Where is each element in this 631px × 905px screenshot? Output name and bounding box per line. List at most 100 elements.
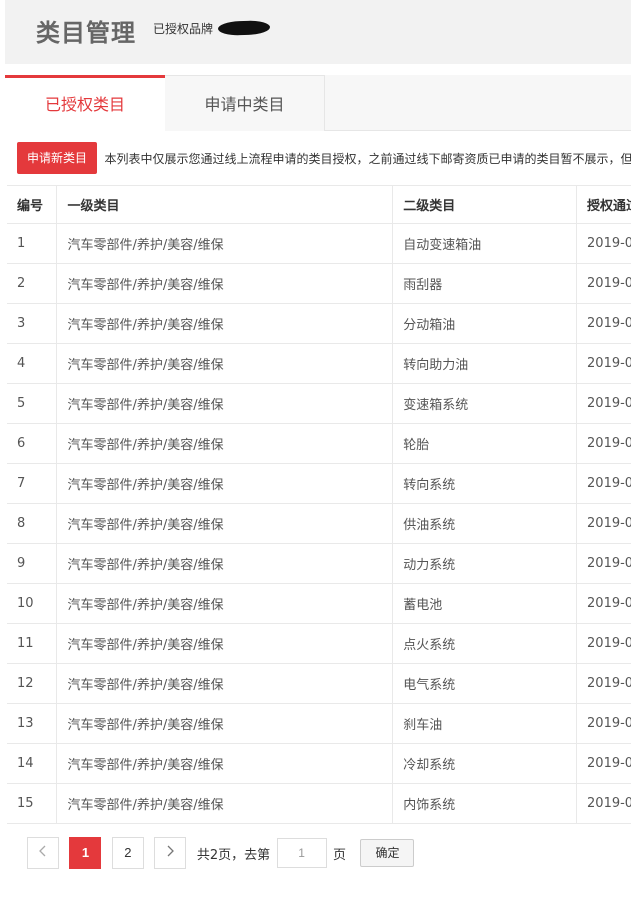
cell-level2: 转向系统 (392, 463, 578, 504)
table-row: 1 汽车零部件/养护/美容/维保 自动变速箱油 2019-0 (7, 223, 631, 264)
cell-auth-date: 2019-0 (576, 663, 631, 704)
cell-level1: 汽车零部件/养护/美容/维保 (56, 423, 394, 464)
cell-auth-date: 2019-0 (576, 543, 631, 584)
table-row: 3 汽车零部件/养护/美容/维保 分动箱油 2019-0 (7, 303, 631, 344)
cell-id: 7 (7, 463, 58, 504)
cell-level2: 转向助力油 (392, 343, 578, 384)
category-panel: 已授权类目 申请中类目 申请新类目 本列表中仅展示您通过线上流程申请的类目授权，… (5, 75, 631, 875)
brand-name-redaction (217, 20, 271, 36)
cell-auth-date: 2019-0 (576, 383, 631, 424)
cell-level1: 汽车零部件/养护/美容/维保 (56, 463, 394, 504)
cell-id: 6 (7, 423, 58, 464)
cell-auth-date: 2019-0 (576, 703, 631, 744)
cell-id: 3 (7, 303, 58, 344)
toolbar: 申请新类目 本列表中仅展示您通过线上流程申请的类目授权，之前通过线下邮寄资质已申… (17, 142, 631, 174)
cell-level1: 汽车零部件/养护/美容/维保 (56, 223, 394, 264)
page-header: 类目管理 已授权品牌 (5, 0, 631, 64)
page-title: 类目管理 (36, 19, 136, 47)
cell-auth-date: 2019-0 (576, 343, 631, 384)
chevron-left-icon[interactable] (27, 837, 59, 869)
page-button-1[interactable]: 1 (69, 837, 102, 869)
cell-level1: 汽车零部件/养护/美容/维保 (56, 543, 394, 584)
cell-level2: 雨刮器 (392, 263, 578, 304)
cell-level1: 汽车零部件/养护/美容/维保 (56, 743, 394, 784)
cell-level1: 汽车零部件/养护/美容/维保 (56, 383, 394, 424)
cell-id: 8 (7, 503, 58, 544)
cell-auth-date: 2019-0 (576, 223, 631, 264)
cell-auth-date: 2019-0 (576, 303, 631, 344)
category-table: 编号 一级类目 二级类目 授权通过 1汽车零部件/养护/美容/维保自动变速箱油2… (7, 185, 631, 824)
pagination: 1 2 共2页，去第 页 确定 (27, 837, 415, 869)
cell-auth-date: 2019-0 (576, 783, 631, 824)
column-header-level2: 二级类目 (392, 185, 578, 224)
cell-level1: 汽车零部件/养护/美容/维保 (56, 263, 394, 304)
cell-level1: 汽车零部件/养护/美容/维保 (56, 663, 394, 704)
cell-level2: 点火系统 (392, 623, 578, 664)
cell-level1: 汽车零部件/养护/美容/维保 (56, 623, 394, 664)
cell-level2: 冷却系统 (392, 743, 578, 784)
cell-level2: 自动变速箱油 (392, 223, 578, 264)
cell-id: 13 (7, 703, 58, 744)
page-button-2[interactable]: 2 (111, 837, 144, 869)
table-row: 13 汽车零部件/养护/美容/维保 刹车油 2019-0 (7, 703, 631, 744)
apply-new-category-button[interactable]: 申请新类目 (17, 142, 98, 174)
table-row: 14 汽车零部件/养护/美容/维保 冷却系统 2019-0 (7, 743, 631, 784)
cell-level2: 轮胎 (392, 423, 578, 464)
cell-level2: 刹车油 (392, 703, 578, 744)
cell-id: 9 (7, 543, 58, 584)
cell-level1: 汽车零部件/养护/美容/维保 (56, 303, 394, 344)
cell-id: 2 (7, 263, 58, 304)
notice-text: 本列表中仅展示您通过线上流程申请的类目授权，之前通过线下邮寄资质已申请的类目暂不… (104, 151, 631, 166)
cell-level2: 分动箱油 (392, 303, 578, 344)
column-header-id: 编号 (7, 185, 58, 224)
cell-id: 11 (7, 623, 58, 664)
cell-auth-date: 2019-0 (576, 623, 631, 664)
cell-id: 4 (7, 343, 58, 384)
cell-auth-date: 2019-0 (576, 423, 631, 464)
cell-level2: 内饰系统 (392, 783, 578, 824)
confirm-button[interactable]: 确定 (360, 839, 415, 867)
table-row: 9 汽车零部件/养护/美容/维保 动力系统 2019-0 (7, 543, 631, 584)
total-pages-text: 共2页，去第 (196, 847, 271, 863)
cell-id: 1 (7, 223, 58, 264)
table-row: 5 汽车零部件/养护/美容/维保 变速箱系统 2019-0 (7, 383, 631, 424)
cell-id: 10 (7, 583, 58, 624)
cell-level2: 变速箱系统 (392, 383, 578, 424)
table-body: 1 汽车零部件/养护/美容/维保 自动变速箱油 2019-0 2 汽车零部件/养护/美容/… (7, 223, 631, 824)
authorized-brand-label: 已授权品牌 (153, 22, 214, 36)
cell-level1: 汽车零部件/养护/美容/维保 (56, 343, 394, 384)
tab-authorized-categories[interactable]: 已授权类目 (5, 75, 165, 131)
table-row: 12 汽车零部件/养护/美容/维保 电气系统 2019-0 (7, 663, 631, 704)
cell-id: 5 (7, 383, 58, 424)
cell-auth-date: 2019-0 (576, 263, 631, 304)
table-header-row: 编号 一级类目 二级类目 授权通过 (7, 185, 631, 224)
cell-level2: 电气系统 (392, 663, 578, 704)
table-row: 2 汽车零部件/养护/美容/维保 雨刮器 2019-0 (7, 263, 631, 304)
cell-auth-date: 2019-0 (576, 743, 631, 784)
page-number-input[interactable] (276, 838, 327, 868)
cell-level2: 供油系统 (392, 503, 578, 544)
chevron-right-icon[interactable] (154, 837, 187, 869)
page-suffix-text: 页 (333, 847, 347, 863)
cell-level1: 汽车零部件/养护/美容/维保 (56, 503, 394, 544)
column-header-auth-date: 授权通过 (576, 185, 631, 224)
cell-level2: 蓄电池 (392, 583, 578, 624)
cell-auth-date: 2019-0 (576, 503, 631, 544)
table-row: 11 汽车零部件/养护/美容/维保 点火系统 2019-0 (7, 623, 631, 664)
cell-level1: 汽车零部件/养护/美容/维保 (56, 703, 394, 744)
cell-id: 14 (7, 743, 58, 784)
table-row: 4 汽车零部件/养护/美容/维保 转向助力油 2019-0 (7, 343, 631, 384)
cell-level1: 汽车零部件/养护/美容/维保 (56, 583, 394, 624)
table-row: 6 汽车零部件/养护/美容/维保 轮胎 2019-0 (7, 423, 631, 464)
cell-auth-date: 2019-0 (576, 463, 631, 504)
tab-content: 申请新类目 本列表中仅展示您通过线上流程申请的类目授权，之前通过线下邮寄资质已申… (5, 131, 631, 875)
cell-auth-date: 2019-0 (576, 583, 631, 624)
table-row: 8 汽车零部件/养护/美容/维保 供油系统 2019-0 (7, 503, 631, 544)
cell-level2: 动力系统 (392, 543, 578, 584)
cell-id: 12 (7, 663, 58, 704)
table-row: 7 汽车零部件/养护/美容/维保 转向系统 2019-0 (7, 463, 631, 504)
tab-pending-categories[interactable]: 申请中类目 (165, 75, 325, 131)
cell-level1: 汽车零部件/养护/美容/维保 (56, 783, 394, 824)
column-header-level1: 一级类目 (56, 185, 394, 224)
table-row: 15 汽车零部件/养护/美容/维保 内饰系统 2019-0 (7, 783, 631, 824)
